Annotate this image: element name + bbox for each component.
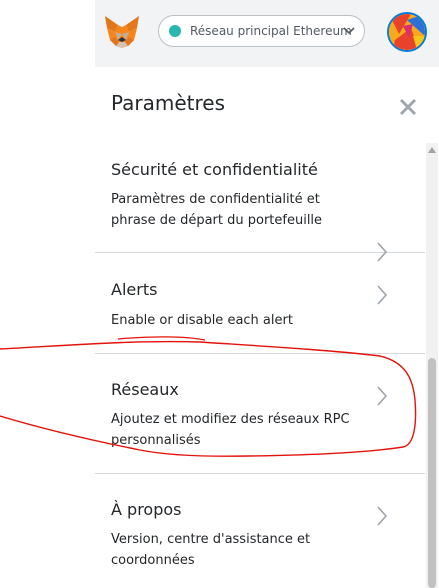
chevron-right-icon bbox=[377, 386, 388, 406]
app-header: Réseau principal Ethereum bbox=[95, 0, 439, 67]
page-title: Paramètres bbox=[111, 91, 226, 115]
scrollbar[interactable] bbox=[426, 143, 438, 588]
settings-panel: Paramètres Sécurité et confidentialité P… bbox=[95, 67, 439, 588]
settings-item-security[interactable]: Sécurité et confidentialité Paramètres d… bbox=[95, 143, 425, 262]
scroll-up-arrow-icon[interactable] bbox=[428, 147, 436, 153]
account-identicon bbox=[389, 14, 425, 50]
settings-item-description: Ajoutez et modifiez des réseaux RPC pers… bbox=[111, 412, 350, 448]
chevron-right-icon bbox=[377, 506, 388, 526]
close-icon[interactable] bbox=[398, 97, 418, 117]
settings-item-title: Réseaux bbox=[111, 380, 179, 399]
settings-item-title: Sécurité et confidentialité bbox=[111, 160, 318, 179]
network-selector[interactable]: Réseau principal Ethereum bbox=[158, 15, 365, 47]
settings-item-networks[interactable]: Réseaux Ajoutez et modifiez des réseaux … bbox=[95, 354, 425, 474]
settings-item-description: Paramètres de confidentialité et phrase … bbox=[111, 192, 323, 228]
network-label: Réseau principal Ethereum bbox=[190, 24, 352, 38]
settings-item-title: Alerts bbox=[111, 280, 158, 299]
chevron-down-icon bbox=[343, 27, 355, 35]
settings-item-alerts[interactable]: Alerts Enable or disable each alert bbox=[95, 253, 425, 354]
chevron-right-icon bbox=[377, 285, 388, 305]
settings-item-about[interactable]: À propos Version, centre d'assistance et… bbox=[95, 474, 425, 588]
scrollbar-thumb[interactable] bbox=[428, 358, 436, 588]
account-avatar[interactable] bbox=[387, 12, 427, 52]
settings-item-title: À propos bbox=[111, 500, 182, 519]
network-status-dot bbox=[169, 25, 181, 37]
metamask-fox-icon[interactable] bbox=[103, 13, 141, 51]
blank-margin bbox=[0, 0, 95, 588]
settings-item-description: Version, centre d'assistance et coordonn… bbox=[111, 532, 311, 568]
settings-item-description: Enable or disable each alert bbox=[111, 313, 293, 328]
